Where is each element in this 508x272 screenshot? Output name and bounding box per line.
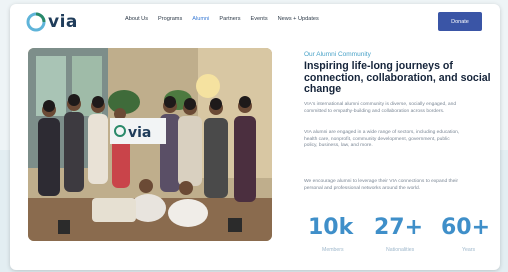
photo-banner-text: via [128, 125, 151, 141]
main-nav: About Us Programs Alumni Partners Events… [125, 16, 319, 22]
nav-events[interactable]: Events [251, 16, 268, 22]
stat-nationalities-label: Nationalities [386, 247, 415, 253]
stat-nationalities-value: 27+ [374, 215, 424, 240]
paragraph-community: VIA's international alumni community is … [304, 102, 457, 114]
via-logo-icon [26, 12, 46, 32]
group-photo-illustration: via [28, 48, 272, 241]
nav-partners[interactable]: Partners [219, 16, 240, 22]
nav-alumni[interactable]: Alumni [192, 16, 209, 22]
site-header: via About Us Programs Alumni Partners Ev… [10, 4, 500, 38]
stat-years-label: Years [462, 247, 476, 253]
nav-about-us[interactable]: About Us [125, 16, 148, 22]
stat-years-value: 60+ [441, 215, 491, 240]
paragraph-sectors: VIA alumni are engaged in a wide range o… [304, 130, 460, 149]
page-frame: via About Us Programs Alumni Partners Ev… [10, 4, 500, 270]
nav-programs[interactable]: Programs [158, 16, 182, 22]
paragraph-networks: We encourage alumni to leverage their VI… [304, 179, 459, 191]
stat-members-label: Members [322, 247, 344, 253]
logo-text: via [48, 12, 78, 32]
alumni-group-photo: via [28, 48, 272, 241]
nav-news-updates[interactable]: News + Updates [278, 16, 319, 22]
section-kicker: Our Alumni Community [304, 51, 371, 58]
via-logo[interactable]: via [26, 10, 78, 34]
section-heading: Inspiring life-long journeys of connecti… [304, 60, 491, 95]
stat-members-value: 10k [308, 215, 354, 240]
donate-button[interactable]: Donate [438, 12, 482, 31]
